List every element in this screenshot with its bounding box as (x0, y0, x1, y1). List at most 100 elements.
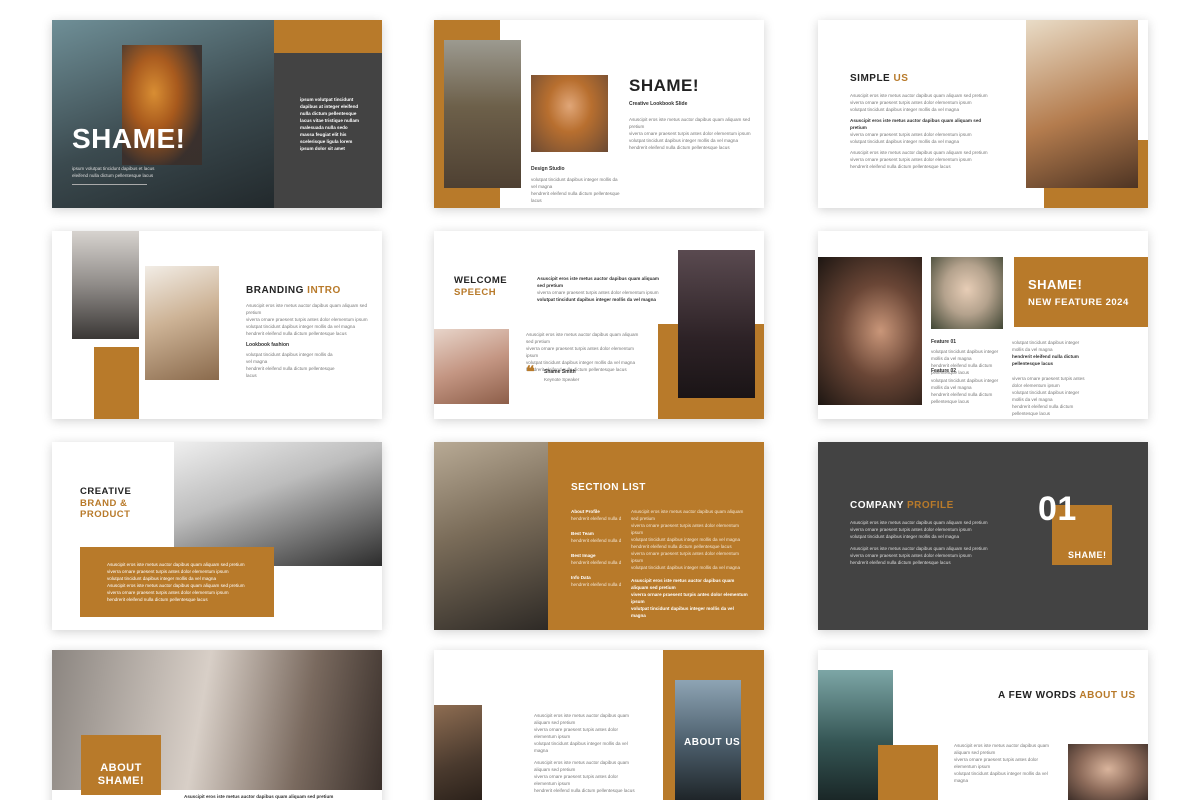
speech-text: Asuscipit eros iste metus auctor dapibus… (526, 331, 641, 373)
text-line: hendrerit eleifend nulla dictum pellente… (631, 544, 732, 549)
photo-wall-sitting (434, 442, 548, 630)
title-part: A FEW WORDS (998, 690, 1077, 701)
slide-title: SECTION LIST (571, 482, 646, 493)
text-line: hendrerit eleifend nulla dictum pellente… (1012, 404, 1074, 416)
photo-jacket (444, 40, 521, 188)
label-text: volutpat tincidunt dapibus integer molli… (531, 176, 621, 204)
photo-closeup (1068, 744, 1148, 800)
slide-8[interactable]: SECTION LIST About Profile hendrerit ele… (434, 442, 764, 630)
text-line: hendrerit eleifend nulla dictum pellente… (246, 331, 347, 336)
slide-7[interactable]: CREATIVE BRAND & PRODUCT Asuscipit eros … (52, 442, 382, 630)
text-line: viverra ornare praesent turpis antes dol… (534, 727, 619, 739)
text-line: hendrerit eleifend nulla dictum pellente… (531, 191, 620, 203)
slide-6[interactable]: SHAME! NEW FEATURE 2024 Feature 01 volut… (818, 231, 1148, 419)
title-accent: PROFILE (906, 500, 954, 511)
text-line: viverra ornare praesent turpis antes dol… (631, 551, 740, 563)
photo-legs (72, 231, 139, 339)
title-part: SHAME! (97, 775, 145, 787)
text-line: volutpat tincidunt dapibus integer molli… (631, 606, 734, 618)
accent-block (94, 347, 139, 419)
list-item-label: Best Team (571, 531, 594, 536)
slide-11[interactable]: Asuscipit eros iste metus auctor dapibus… (434, 650, 764, 800)
title-part: CREATIVE (80, 486, 132, 497)
badge-label: SHAME! (1068, 550, 1107, 560)
slide-subtitle: NEW FEATURE 2024 (1028, 297, 1129, 308)
list-item-sub: hendrerit eleifend nulla dictum pellente… (571, 538, 621, 543)
text-line: Asuscipit eros iste metus auctor dapibus… (850, 150, 988, 155)
slide-4[interactable]: BRANDING INTRO Asuscipit eros iste metus… (52, 231, 382, 419)
title-part: WELCOME (454, 275, 508, 286)
photo-wood (434, 705, 482, 800)
text-line: viverra ornare praesent turpis antes dol… (850, 527, 972, 532)
speaker-name: Shame Smith (544, 369, 576, 375)
title-part: ABOUT (100, 762, 142, 774)
text-line: Asuscipit eros iste metus auctor dapibus… (534, 713, 629, 725)
text-line: volutpat tincidunt dapibus integer molli… (631, 565, 741, 570)
list-item-sub: hendrerit eleifend nulla dictum pellente… (571, 560, 621, 565)
slide-title: SHAME! (72, 123, 186, 154)
title-accent: ABOUT US (1079, 690, 1136, 701)
list-body-text: Asuscipit eros iste metus auctor dapibus… (631, 508, 749, 619)
section-number: 01 (1038, 490, 1077, 528)
slide-title: SIMPLE US (850, 73, 908, 84)
slide-2[interactable]: SHAME! Creative Lookbook Slide Asuscipit… (434, 20, 764, 208)
text-line: Asuscipit eros iste metus auctor dapibus… (629, 117, 751, 129)
text-line: volutpat tincidunt dapibus integer molli… (954, 771, 1048, 783)
slide-title: WELCOME SPEECH (454, 275, 507, 299)
text-line: volutpat tincidunt dapibus integer molli… (107, 576, 217, 581)
slide-title: ABOUT US (684, 737, 741, 748)
slide-3[interactable]: SIMPLE US Asuscipit eros iste metus auct… (818, 20, 1148, 208)
text-line: viverra ornare praesent turpis antes dol… (1012, 376, 1085, 388)
text-line: volutpat tincidunt dapibus integer molli… (629, 138, 739, 143)
text-line: volutpat tincidunt dapibus integer molli… (1012, 390, 1080, 402)
body-text: Asuscipit eros iste metus auctor dapibus… (954, 742, 1059, 784)
title-part: SIMPLE (850, 73, 891, 84)
side-text: ipsum volutpat tincidunt dapibus at inte… (300, 96, 380, 152)
text-line: Asuscipit eros iste metus auctor dapibus… (954, 743, 1049, 755)
text-line: viverra ornare praesent turpis antes dol… (107, 569, 229, 574)
slide-subtitle: Creative Lookbook Slide (629, 101, 688, 107)
body-text: Asuscipit eros iste metus auctor dapibus… (534, 712, 639, 794)
list-item-label: Best Image (571, 553, 596, 558)
text-line: volutpat tincidunt dapibus integer molli… (931, 349, 999, 361)
text-line: volutpat tincidunt dapibus integer molli… (850, 534, 960, 539)
photo-sitting (1026, 20, 1138, 188)
slide-title: CREATIVE BRAND & PRODUCT (80, 486, 131, 521)
text-line: viverra ornare praesent turpis antes dol… (850, 100, 972, 105)
text-line: viverra ornare praesent turpis antes dol… (534, 774, 619, 786)
text-line: volutpat tincidunt dapibus integer molli… (246, 324, 356, 329)
photo-face (818, 257, 922, 405)
caption-divider (72, 184, 147, 185)
text-line: volutpat tincidunt dapibus integer molli… (850, 139, 960, 144)
text-line: Asuscipit eros iste metus auctor dapibus… (631, 509, 744, 521)
accent-block (878, 745, 938, 800)
slide-12[interactable]: A FEW WORDS ABOUT US Asuscipit eros iste… (818, 650, 1148, 800)
panel-text: Asuscipit eros iste metus auctor dapibus… (107, 561, 267, 603)
slide-5[interactable]: WELCOME SPEECH Asuscipit eros iste metus… (434, 231, 764, 419)
list-item-label: Info Data (571, 575, 591, 580)
title-accent: PRODUCT (80, 509, 131, 520)
text-line: Asuscipit eros iste metus auctor dapibus… (526, 332, 639, 344)
slide-title: SHAME! (629, 76, 700, 95)
slide-9[interactable]: COMPANY PROFILE Asuscipit eros iste metu… (818, 442, 1148, 630)
text-line: hendrerit eleifend nulla dictum pellente… (246, 366, 335, 378)
slide-10[interactable]: ABOUT SHAME! Asuscipit eros iste metus a… (52, 650, 382, 800)
side-line: lacus vitae tristique nullam (300, 118, 359, 123)
text-line: volutpat tincidunt dapibus integer molli… (534, 741, 628, 753)
text-line: Asuscipit eros iste metus auctor dapibus… (107, 583, 245, 588)
text-line: hendrerit eleifend nulla dictum pellente… (931, 392, 993, 404)
side-line: scelerisque ligula lorem (300, 139, 353, 144)
text-line: hendrerit eleifend nulla dictum pellente… (107, 597, 208, 602)
section-list: About Profile hendrerit eleifend nulla d… (571, 508, 626, 588)
list-item-sub: hendrerit eleifend nulla dictum pellente… (571, 516, 621, 521)
side-line: nulla dictum pellentesque (300, 111, 357, 116)
list-item-label: About Profile (571, 509, 600, 514)
text-line: viverra ornare praesent turpis antes dol… (537, 290, 659, 295)
title-part: COMPANY (850, 500, 904, 511)
body-text: Asuscipit eros iste metus auctor dapibus… (629, 116, 754, 151)
text-line: hendrerit eleifend nulla dictum pellente… (1012, 354, 1079, 366)
text-line: volutpat tincidunt dapibus integer molli… (1012, 340, 1080, 352)
text-line: Asuscipit eros iste metus auctor dapibus… (246, 303, 368, 315)
slide-1[interactable]: SHAME! ipsum volutpat tincidunt dapibus … (52, 20, 382, 208)
text-line: Asuscipit eros iste metus auctor dapibus… (631, 578, 735, 590)
